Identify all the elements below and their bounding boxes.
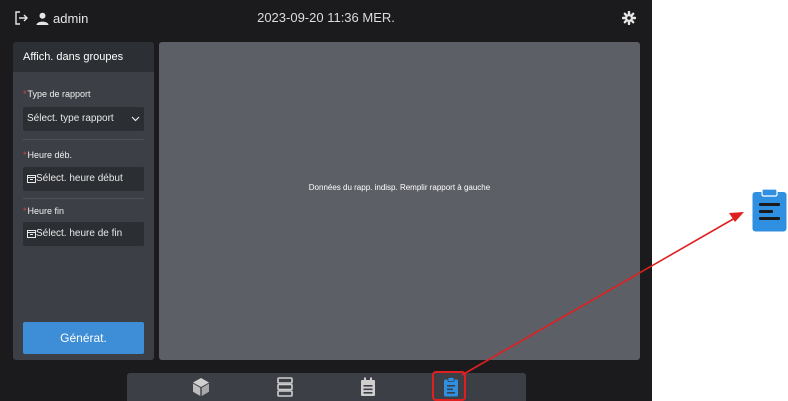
calendar-icon bbox=[27, 174, 36, 183]
calendar-icon bbox=[27, 229, 36, 238]
end-time-picker[interactable]: Sélect. heure de fin bbox=[23, 222, 144, 246]
cube-icon[interactable] bbox=[190, 376, 212, 398]
divider bbox=[23, 198, 144, 199]
start-time-picker[interactable]: Sélect. heure début bbox=[23, 167, 144, 191]
calendar-icon[interactable] bbox=[357, 376, 379, 398]
chevron-down-icon bbox=[131, 116, 140, 122]
divider bbox=[23, 139, 144, 140]
report-clipboard-icon bbox=[752, 189, 787, 232]
panel-header: Affich. dans groupes bbox=[13, 42, 154, 72]
end-time-label: *Heure fin bbox=[23, 206, 65, 216]
report-type-label: *Type de rapport bbox=[23, 89, 91, 99]
empty-state-message: Données du rapp. indisp. Remplir rapport… bbox=[308, 183, 491, 192]
report-form-panel: Affich. dans groupes *Type de rapport Sé… bbox=[13, 42, 154, 360]
settings-icon[interactable] bbox=[622, 11, 636, 25]
active-tab-highlight bbox=[432, 371, 466, 401]
required-marker: * bbox=[23, 206, 27, 216]
generate-button[interactable]: Générat. bbox=[23, 322, 144, 354]
server-list-icon[interactable] bbox=[274, 376, 296, 398]
report-content-area: Données du rapp. indisp. Remplir rapport… bbox=[159, 42, 640, 360]
bottom-nav bbox=[127, 373, 526, 401]
required-marker: * bbox=[23, 150, 27, 160]
start-time-label: *Heure déb. bbox=[23, 150, 73, 160]
device-screen: admin 2023-09-20 11:36 MER. Affich. dans… bbox=[0, 0, 652, 401]
report-type-select[interactable]: Sélect. type rapport bbox=[23, 107, 144, 131]
datetime: 2023-09-20 11:36 MER. bbox=[257, 10, 395, 25]
top-bar: admin 2023-09-20 11:36 MER. bbox=[0, 0, 652, 36]
required-marker: * bbox=[23, 89, 27, 99]
